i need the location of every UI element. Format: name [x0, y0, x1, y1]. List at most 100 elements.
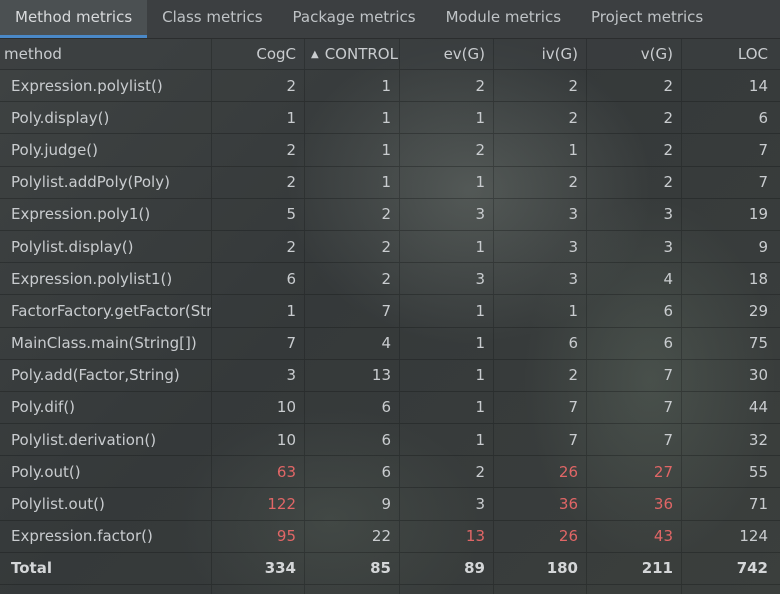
cell-method: Polylist.out(): [0, 488, 212, 520]
cell-method: Expression.factor(): [0, 520, 212, 552]
cell-ivg: 26: [494, 520, 587, 552]
cell-cogc: 10: [212, 424, 305, 456]
cell-loc: 14: [748, 76, 768, 95]
column-header-cogc[interactable]: CogC: [212, 39, 305, 69]
cell-cogc: 2: [212, 134, 305, 166]
column-header-control-label: CONTROL: [324, 45, 398, 63]
tab-module-metrics[interactable]: Module metrics: [431, 0, 576, 38]
table-row[interactable]: Polylist.display() 2 2 1 3 3 9: [0, 230, 780, 264]
cell-loc: 6: [758, 108, 768, 127]
cell-method: Poly.judge(): [0, 134, 212, 166]
metrics-table: method CogC ▲ CONTROL ev(G) iv(G) v(G) L…: [0, 39, 780, 594]
cell-ivg: 1: [494, 295, 587, 327]
cell-evg: 1: [400, 391, 494, 424]
column-header-loc[interactable]: LOC: [682, 39, 780, 69]
table-row[interactable]: Polylist.out() 122 9 3 36 36 71: [0, 488, 780, 521]
table-row[interactable]: Poly.out() 63 6 2 26 27 55: [0, 456, 780, 489]
cell-method: Poly.dif(): [0, 391, 212, 424]
cell-evg: 1: [400, 295, 494, 327]
cell-evg: 3: [400, 198, 494, 230]
average-ivg: 2.69: [494, 585, 587, 594]
cell-loc: 7: [758, 140, 768, 159]
cell-loc: 18: [748, 269, 768, 288]
column-header-control[interactable]: ▲ CONTROL: [305, 39, 400, 69]
cell-ivg: 3: [494, 230, 587, 263]
cell-control: 6: [305, 424, 400, 456]
table-row[interactable]: Expression.polylist() 2 1 2 2 2 14: [0, 70, 780, 103]
table-row[interactable]: Poly.add(Factor,String) 3 13 1 2 7 30: [0, 359, 780, 392]
cell-vg: 36: [587, 488, 682, 520]
cell-vg: 2: [587, 166, 682, 198]
cell-vg: 2: [587, 134, 682, 166]
average-row[interactable]: Average 4.99 1.27 1.33 2.69 3.15 11.07: [0, 585, 780, 594]
cell-cogc: 1: [212, 295, 305, 327]
table-row[interactable]: Expression.polylist1() 6 2 3 3 4 18: [0, 263, 780, 296]
total-label: Total: [0, 552, 212, 584]
table-row[interactable]: Expression.factor() 95 22 13 26 43 124: [0, 520, 780, 553]
tab-class-metrics[interactable]: Class metrics: [147, 0, 277, 38]
cell-cogc: 63: [212, 456, 305, 488]
average-loc: 11.07: [682, 585, 780, 594]
average-cogc: 4.99: [212, 585, 305, 594]
cell-vg: 7: [587, 359, 682, 391]
cell-control: 1: [305, 166, 400, 198]
column-header-evg[interactable]: ev(G): [400, 39, 494, 69]
tab-method-metrics[interactable]: Method metrics: [0, 0, 148, 38]
cell-loc: 29: [748, 301, 768, 320]
cell-ivg: 3: [494, 263, 587, 295]
cell-vg: 2: [587, 102, 682, 134]
cell-evg: 1: [400, 327, 494, 359]
cell-vg: 27: [587, 456, 682, 488]
sort-ascending-icon: ▲: [311, 48, 319, 60]
cell-loc: 32: [748, 430, 768, 449]
cell-cogc: 2: [212, 230, 305, 263]
cell-loc: 7: [758, 173, 768, 192]
cell-vg: 4: [587, 263, 682, 295]
column-header-ivg[interactable]: iv(G): [494, 39, 587, 69]
cell-ivg: 6: [494, 327, 587, 359]
total-ivg: 180: [494, 552, 587, 584]
table-row[interactable]: FactorFactory.getFactor(Str 1 7 1 1 6 29: [0, 295, 780, 328]
tab-package-metrics[interactable]: Package metrics: [278, 0, 431, 38]
table-row[interactable]: Expression.poly1() 5 2 3 3 3 19: [0, 198, 780, 231]
average-control: 1.27: [305, 585, 400, 594]
average-evg: 1.33: [400, 585, 494, 594]
table-row[interactable]: Polylist.derivation() 10 6 1 7 7 32: [0, 424, 780, 457]
cell-control: 1: [305, 70, 400, 102]
cell-cogc: 2: [212, 70, 305, 102]
cell-method: FactorFactory.getFactor(Str: [0, 295, 212, 327]
table-row[interactable]: Polylist.addPoly(Poly) 2 1 1 2 2 7: [0, 166, 780, 199]
cell-cogc: 122: [212, 488, 305, 520]
cell-vg: 6: [587, 295, 682, 327]
cell-method: Polylist.derivation(): [0, 424, 212, 456]
total-vg: 211: [587, 552, 682, 584]
table-row[interactable]: MainClass.main(String[]) 7 4 1 6 6 75: [0, 327, 780, 360]
cell-control: 2: [305, 198, 400, 230]
cell-evg: 3: [400, 263, 494, 295]
table-row[interactable]: Poly.dif() 10 6 1 7 7 44: [0, 391, 780, 425]
table-row[interactable]: Poly.display() 1 1 1 2 2 6: [0, 102, 780, 135]
cell-evg: 1: [400, 424, 494, 456]
cell-cogc: 10: [212, 391, 305, 424]
cell-cogc: 7: [212, 327, 305, 359]
cell-ivg: 3: [494, 198, 587, 230]
cell-method: Polylist.display(): [0, 230, 212, 263]
cell-loc: 124: [739, 527, 768, 546]
cell-ivg: 2: [494, 166, 587, 198]
average-label: Average: [0, 585, 212, 594]
cell-control: 6: [305, 456, 400, 488]
column-header-vg[interactable]: v(G): [587, 39, 682, 69]
cell-method: Expression.polylist(): [0, 70, 212, 102]
cell-ivg: 7: [494, 424, 587, 456]
cell-control: 2: [305, 230, 400, 263]
cell-ivg: 36: [494, 488, 587, 520]
total-row[interactable]: Total 334 85 89 180 211 742: [0, 552, 780, 585]
table-row[interactable]: Poly.judge() 2 1 2 1 2 7: [0, 134, 780, 167]
cell-vg: 6: [587, 327, 682, 359]
metrics-tab-bar: Method metrics Class metrics Package met…: [0, 0, 780, 39]
cell-loc: 30: [748, 366, 768, 385]
cell-evg: 1: [400, 102, 494, 134]
cell-loc: 71: [748, 495, 768, 514]
column-header-method[interactable]: method: [0, 39, 212, 69]
tab-project-metrics[interactable]: Project metrics: [576, 0, 718, 38]
